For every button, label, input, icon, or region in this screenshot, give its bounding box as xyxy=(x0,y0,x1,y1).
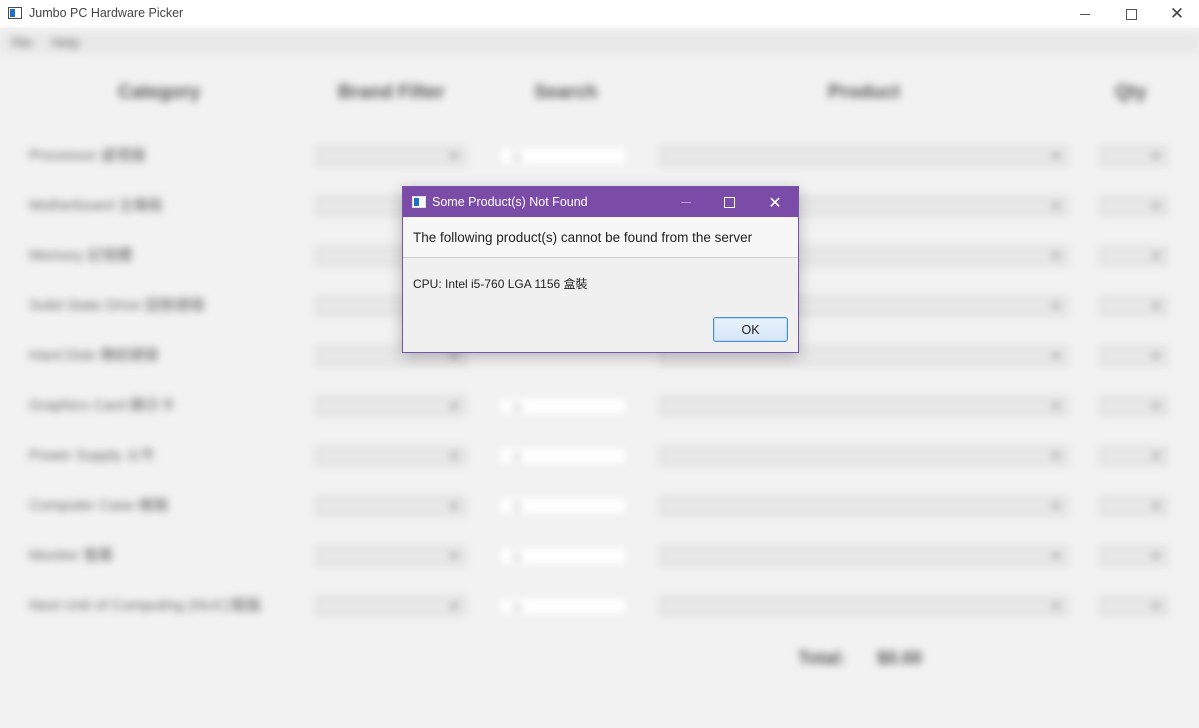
product-dropdown[interactable] xyxy=(660,396,1068,416)
qty-dropdown[interactable] xyxy=(1100,196,1168,216)
category-label: Processor 處理器 xyxy=(29,147,146,164)
dialog-content-text: CPU: Intel i5-760 LGA 1156 盒裝 xyxy=(413,277,588,291)
qty-dropdown[interactable] xyxy=(1100,596,1168,616)
qty-dropdown[interactable] xyxy=(1100,246,1168,266)
qty-dropdown[interactable] xyxy=(1100,146,1168,166)
maximize-icon xyxy=(723,196,735,208)
category-label: Motherboard 主機板 xyxy=(29,197,164,214)
search-input[interactable] xyxy=(498,396,628,416)
qty-dropdown[interactable] xyxy=(1100,546,1168,566)
brand-filter-dropdown[interactable] xyxy=(316,146,466,166)
product-dropdown[interactable] xyxy=(660,596,1068,616)
column-header-brand-filter: Brand Filter xyxy=(338,82,445,103)
category-label: Hard Disk 傳統硬碟 xyxy=(29,347,160,364)
brand-filter-dropdown[interactable] xyxy=(316,596,466,616)
total-label: Total: xyxy=(798,648,846,668)
qty-dropdown[interactable] xyxy=(1100,496,1168,516)
menu-bar: File Help xyxy=(0,32,1199,54)
maximize-icon xyxy=(1125,8,1137,20)
minimize-button[interactable] xyxy=(1062,0,1108,28)
category-label: Computer Case 機箱 xyxy=(29,497,169,514)
dialog-header: The following product(s) cannot be found… xyxy=(403,217,798,258)
dialog-title: Some Product(s) Not Found xyxy=(432,195,588,209)
qty-dropdown[interactable] xyxy=(1100,346,1168,366)
product-dropdown[interactable] xyxy=(660,546,1068,566)
column-header-product: Product xyxy=(828,82,900,103)
brand-filter-dropdown[interactable] xyxy=(316,546,466,566)
category-label: Solid State Drive 固態硬碟 xyxy=(29,297,205,314)
category-label: Power Supply 火牛 xyxy=(29,447,156,464)
minimize-icon xyxy=(681,201,691,203)
qty-dropdown[interactable] xyxy=(1100,446,1168,466)
brand-filter-dropdown[interactable] xyxy=(316,496,466,516)
product-dropdown[interactable] xyxy=(660,146,1068,166)
minimize-icon xyxy=(1080,13,1090,15)
dialog-minimize-button xyxy=(663,187,709,217)
column-header-category: Category xyxy=(118,82,201,103)
dialog-titlebar: Some Product(s) Not Found ✕ xyxy=(403,187,798,217)
qty-dropdown[interactable] xyxy=(1100,396,1168,416)
category-label: Next Unit of Computing (NUC)電腦 xyxy=(29,597,261,614)
dialog-app-icon xyxy=(412,196,426,208)
window-title: Jumbo PC Hardware Picker xyxy=(29,6,184,20)
app-icon xyxy=(8,7,22,19)
dialog-maximize-button[interactable] xyxy=(706,187,752,217)
search-input[interactable] xyxy=(498,546,628,566)
search-input[interactable] xyxy=(498,496,628,516)
dialog-header-text: The following product(s) cannot be found… xyxy=(413,230,753,245)
search-input[interactable] xyxy=(498,146,628,166)
product-dropdown[interactable] xyxy=(660,446,1068,466)
close-icon: ✕ xyxy=(1169,4,1185,24)
product-dropdown[interactable] xyxy=(660,496,1068,516)
ok-button[interactable]: OK xyxy=(713,317,788,342)
dialog-close-button[interactable]: ✕ xyxy=(752,187,798,217)
product-not-found-dialog: Some Product(s) Not Found ✕ The followin… xyxy=(402,186,799,353)
column-header-search: Search xyxy=(534,82,598,103)
brand-filter-dropdown[interactable] xyxy=(316,446,466,466)
menu-file[interactable]: File xyxy=(12,36,32,50)
category-label: Graphics Card 顯示卡 xyxy=(29,397,175,414)
hardware-picker-form: File Help Category Brand Filter Search P… xyxy=(0,28,1199,728)
maximize-button[interactable] xyxy=(1108,0,1154,28)
category-label: Monitor 螢幕 xyxy=(29,547,114,564)
category-label: Memory 記憶體 xyxy=(29,247,133,264)
qty-dropdown[interactable] xyxy=(1100,296,1168,316)
search-input[interactable] xyxy=(498,596,628,616)
total-value: $0.00 xyxy=(877,648,923,668)
close-icon: ✕ xyxy=(768,192,782,212)
search-input[interactable] xyxy=(498,446,628,466)
menu-help[interactable]: Help xyxy=(52,36,79,50)
close-button[interactable]: ✕ xyxy=(1154,0,1199,28)
window-titlebar: Jumbo PC Hardware Picker ✕ xyxy=(0,0,1199,28)
column-header-qty: Qty xyxy=(1115,82,1147,103)
brand-filter-dropdown[interactable] xyxy=(316,396,466,416)
